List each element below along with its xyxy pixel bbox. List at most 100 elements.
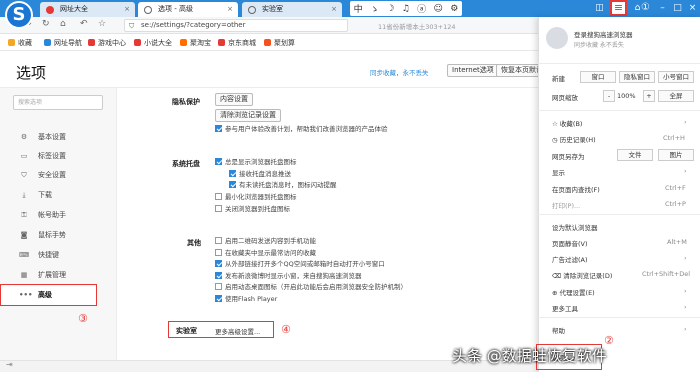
refresh-icon[interactable]: ↻ [42, 19, 50, 29]
moon-icon[interactable]: ☽ [386, 4, 394, 14]
maximize-icon[interactable]: □ [670, 1, 685, 15]
broom-icon: ⌫ [552, 272, 562, 280]
menu-more-tools[interactable]: 更多工具 [552, 303, 578, 313]
sidebar-item-tabs[interactable]: ▭ 标签设置 [0, 147, 117, 166]
save-image-button[interactable]: 图片 [658, 149, 694, 161]
new-window-button[interactable]: 窗口 [580, 71, 616, 83]
sidebar-item-extensions[interactable]: ▦ 扩展管理 [0, 266, 117, 285]
tray-push-checkbox[interactable]: 接收托盘消息推送 [229, 170, 291, 179]
puzzle-icon: ▦ [20, 271, 28, 279]
tab-options-advanced[interactable]: 选项 - 高级 × [138, 2, 238, 17]
more-advanced-settings-link[interactable]: 更多高级设置... [215, 326, 260, 336]
sidebar-item-security[interactable]: ⛉ 安全设置 [0, 166, 117, 185]
flash-player-checkbox[interactable]: 使用Flash Player [215, 295, 277, 304]
home-icon[interactable]: ⌂ [60, 19, 66, 29]
zoom-in-button[interactable]: + [643, 90, 655, 102]
content-settings-button[interactable]: 内容设置 [215, 93, 253, 106]
menu-display[interactable]: 显示 [552, 167, 565, 177]
clock-icon: ◷ [552, 136, 558, 144]
new-incognito-button[interactable]: 隐私窗口 [619, 71, 655, 83]
sidebar-item-mouse-gesture[interactable]: ◙ 鼠标手势 [0, 226, 117, 245]
page-title: 选项 [16, 64, 47, 82]
undo-close-icon[interactable]: ↶ [80, 19, 88, 29]
minimize-icon[interactable]: – [655, 1, 670, 15]
game-icon [88, 39, 95, 46]
close-icon[interactable]: × [227, 2, 233, 17]
globe-icon [44, 39, 51, 46]
internet-options-button[interactable]: Internet选项 [447, 64, 499, 77]
ux-plan-checkbox[interactable]: 参与用户体验改善计划，帮助我们改善浏览器的产品体验 [215, 125, 388, 134]
bookmark-game-center[interactable]: 游戏中心 [88, 38, 126, 48]
menu-adblock[interactable]: 广告过滤(A) [552, 254, 588, 264]
bookmark-favorites[interactable]: 收藏 [8, 38, 32, 48]
menu-help[interactable]: 帮助 [552, 325, 565, 335]
highlight-box-3 [0, 284, 97, 306]
star-icon[interactable]: ☆ [98, 19, 106, 29]
small-window-checkbox[interactable]: 从外部链接打开多个QQ空间或邮箱时自动打开小号窗口 [215, 260, 385, 269]
menu-divider [538, 214, 700, 215]
dynamic-icon-checkbox[interactable]: 启用动态桌面图标（开启此功能后会启用浏览器安全防护机制） [215, 283, 407, 292]
submenu-arrow-icon: › [684, 287, 687, 295]
news-hint[interactable]: 11省份新增本土303+124 [378, 21, 456, 31]
menu-proxy[interactable]: ⊕ 代理设置(E) [552, 287, 595, 297]
shield-icon: ⛉ [129, 22, 135, 30]
tab-url-directory[interactable]: 网址大全 × [40, 2, 135, 17]
tab-favicon-icon [46, 6, 54, 14]
tray-always-show-checkbox[interactable]: 总是显示浏览器托盘图标 [215, 158, 297, 167]
menu-print[interactable]: 打印(P)... [552, 200, 580, 210]
menu-mute[interactable]: 页面静音(V) [552, 238, 588, 248]
save-file-button[interactable]: 文件 [617, 149, 653, 161]
sidebar-toggle-icon[interactable]: ◫ [592, 1, 607, 15]
search-input[interactable]: 搜索选项 [13, 95, 103, 110]
close-icon[interactable]: × [331, 2, 337, 17]
login-title[interactable]: 登录搜狗高速浏览器 [574, 29, 633, 39]
tray-flash-checkbox[interactable]: 有未读托盘消息时，图标闪动提醒 [229, 181, 337, 190]
menu-history[interactable]: ◷ 历史记录(H) [552, 134, 596, 144]
avatar[interactable] [546, 27, 568, 49]
weibo-checkbox[interactable]: 发布新浪微博时显示小窗，来自搜狗高速浏览器 [215, 272, 362, 281]
menu-divider [538, 63, 700, 64]
menu-clear-history[interactable]: ⌫ 清除浏览记录(D) [552, 270, 612, 280]
bookmark-taobao[interactable]: 聚淘宝 [180, 38, 211, 48]
tab-lab[interactable]: 实验室 × [242, 2, 342, 17]
bookmark-novels[interactable]: 小说大全 [134, 38, 172, 48]
key-icon: ⚿ [21, 211, 27, 219]
url-field[interactable]: ⛉ se://settings/?category=other [124, 19, 348, 32]
deal-icon [264, 39, 271, 46]
menu-favorites[interactable]: ☆ 收藏(B) [552, 118, 582, 128]
zoom-out-button[interactable]: - [603, 90, 615, 102]
submenu-arrow-icon: › [684, 167, 687, 175]
close-icon[interactable]: × [124, 2, 130, 17]
status-icon[interactable]: ⇥ [6, 360, 13, 369]
frequent-favorites-checkbox[interactable]: 在收藏夹中显示最常访问的收藏 [215, 249, 316, 258]
close-window-icon[interactable]: × [685, 1, 700, 15]
qrcode-checkbox[interactable]: 启用二维码发送内容到手机功能 [215, 237, 316, 246]
sogou-logo-icon[interactable]: S [5, 1, 33, 29]
url-text: se://settings/?category=other [141, 21, 246, 29]
menu-find[interactable]: 在页面内查找(F) [552, 184, 600, 194]
sidebar-item-basic[interactable]: ⚙ 基本设置 [0, 128, 117, 147]
jd-icon [218, 39, 225, 46]
sidebar-item-account[interactable]: ⚿ 帐号助手 [0, 206, 117, 225]
menu-icon[interactable]: ≡ [610, 0, 627, 16]
clear-history-settings-button[interactable]: 清除浏览记录设置 [215, 109, 281, 122]
emoji-icon[interactable]: ☺ [434, 4, 443, 14]
menu-default-browser[interactable]: 设为默认浏览器 [552, 222, 598, 232]
tab-title: 选项 - 高级 [158, 5, 193, 13]
sync-link[interactable]: 同步收藏，永不丢失 [370, 67, 429, 77]
tray-close-checkbox[interactable]: 关闭浏览器到托盘图标 [215, 205, 290, 214]
new-small-window-button[interactable]: 小号窗口 [658, 71, 694, 83]
bookmark-jd[interactable]: 京东商城 [218, 38, 256, 48]
fullscreen-button[interactable]: 全屏 [658, 90, 694, 102]
bookmark-juhuasuan[interactable]: 聚划算 [264, 38, 295, 48]
ime-settings-icon[interactable]: ⚙ [450, 4, 458, 14]
tray-minimize-checkbox[interactable]: 最小化浏览器到托盘图标 [215, 193, 297, 202]
ime-skin-icon[interactable]: ⓐ [417, 2, 426, 15]
bookmark-url-nav[interactable]: 网址导航 [44, 38, 82, 48]
music-icon[interactable]: ♫ [402, 4, 410, 14]
print-shortcut: Ctrl+P [665, 200, 686, 208]
sidebar-item-download[interactable]: ⤓ 下载 [0, 186, 117, 205]
sidebar-item-shortcuts[interactable]: ⌨ 快捷键 [0, 246, 117, 265]
ime-punct-icon[interactable]: ゝ [370, 2, 379, 15]
ime-chinese-icon[interactable]: 中 [354, 2, 363, 15]
